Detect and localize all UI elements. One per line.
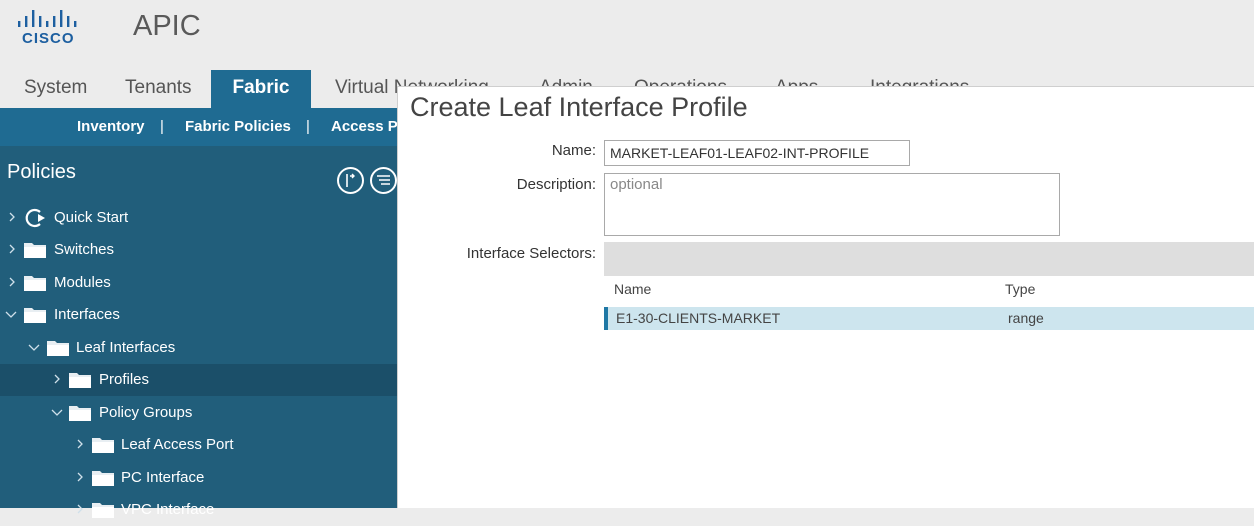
chevron-right-icon[interactable]: [51, 373, 63, 385]
create-leaf-interface-profile-dialog: Create Leaf Interface Profile Name: MARK…: [397, 86, 1254, 508]
filter-list-icon: [377, 175, 390, 185]
folder-icon: [24, 308, 46, 323]
tab-system[interactable]: System: [11, 70, 100, 108]
column-header-name[interactable]: Name: [614, 281, 651, 297]
tree-item-switches[interactable]: Switches: [0, 234, 397, 266]
tree-label: Interfaces: [54, 306, 120, 323]
sub-navigation: Inventory | Fabric Policies | Access Pol…: [0, 108, 444, 146]
dialog-title: Create Leaf Interface Profile: [410, 92, 748, 122]
chevron-right-icon[interactable]: [6, 276, 18, 288]
tree-label: VPC Interface: [121, 501, 215, 518]
name-label: Name:: [551, 142, 596, 159]
tree-item-modules[interactable]: Modules: [0, 267, 397, 299]
tree-label: Profiles: [99, 371, 150, 388]
folder-icon: [24, 243, 46, 258]
chevron-right-icon[interactable]: [74, 438, 86, 450]
tree-item-vpc-interface[interactable]: VPC Interface: [0, 494, 397, 526]
tree-item-leaf-interfaces[interactable]: Leaf Interfaces: [0, 332, 397, 364]
tree-item-leaf-access-port[interactable]: Leaf Access Port: [0, 429, 397, 461]
selector-type-cell: range: [1008, 310, 1044, 326]
chevron-right-icon[interactable]: [74, 503, 86, 515]
table-row[interactable]: E1-30-CLIENTS-MARKET range: [604, 307, 1254, 330]
tab-fabric[interactable]: Fabric: [211, 70, 311, 108]
selectors-toolbar: [604, 242, 1254, 276]
app-header: CISCO APIC: [0, 0, 1254, 70]
logo-text: CISCO: [22, 30, 75, 47]
chevron-down-icon[interactable]: [28, 341, 40, 353]
folder-icon: [24, 276, 46, 291]
chevron-right-icon[interactable]: [6, 211, 18, 223]
tree-label: Quick Start: [54, 209, 129, 226]
collapse-icon: [346, 173, 355, 187]
tree-item-quick-start[interactable]: Quick Start: [0, 202, 397, 234]
app-title: APIC: [133, 10, 201, 42]
name-input[interactable]: MARKET-LEAF01-LEAF02-INT-PROFILE: [604, 140, 910, 166]
tree-item-interfaces[interactable]: Interfaces: [0, 299, 397, 331]
tree-item-profiles[interactable]: Profiles: [0, 364, 397, 396]
tree-label: Switches: [54, 241, 115, 258]
folder-icon: [69, 373, 91, 388]
quick-start-icon: [25, 208, 45, 228]
column-header-type[interactable]: Type: [1005, 281, 1035, 297]
sidebar-title: Policies: [7, 161, 76, 183]
interface-selectors-label: Interface Selectors:: [466, 245, 596, 262]
folder-icon: [47, 341, 69, 356]
chevron-down-icon[interactable]: [5, 308, 17, 320]
chevron-right-icon[interactable]: [6, 243, 18, 255]
collapse-all-button[interactable]: [337, 167, 364, 194]
cisco-bars-icon: [18, 10, 77, 27]
tree-label: PC Interface: [121, 469, 205, 486]
tab-tenants[interactable]: Tenants: [112, 70, 205, 108]
tree-label: Leaf Interfaces: [76, 339, 176, 356]
subnav-inventory[interactable]: Inventory: [77, 118, 145, 135]
cisco-logo[interactable]: CISCO: [18, 10, 88, 50]
folder-icon: [92, 471, 114, 486]
subnav-separator: |: [306, 118, 310, 135]
selector-name-cell: E1-30-CLIENTS-MARKET: [616, 310, 781, 326]
subnav-fabric-policies[interactable]: Fabric Policies: [185, 118, 291, 135]
folder-icon: [92, 503, 114, 518]
subnav-separator: |: [160, 118, 164, 135]
tree-label: Policy Groups: [99, 404, 193, 421]
description-textarea[interactable]: optional: [604, 173, 1060, 236]
folder-icon: [92, 438, 114, 453]
tree-item-policy-groups[interactable]: Policy Groups: [0, 397, 397, 429]
tree-label: Leaf Access Port: [121, 436, 234, 453]
folder-icon: [69, 406, 91, 421]
tree-item-pc-interface[interactable]: PC Interface: [0, 462, 397, 494]
chevron-right-icon[interactable]: [74, 471, 86, 483]
row-selected-indicator: [604, 307, 608, 330]
chevron-down-icon[interactable]: [51, 406, 63, 418]
filter-button[interactable]: [370, 167, 397, 194]
tree-label: Modules: [54, 274, 111, 291]
description-label: Description:: [516, 176, 596, 193]
left-panel: Inventory | Fabric Policies | Access Pol…: [0, 108, 444, 518]
